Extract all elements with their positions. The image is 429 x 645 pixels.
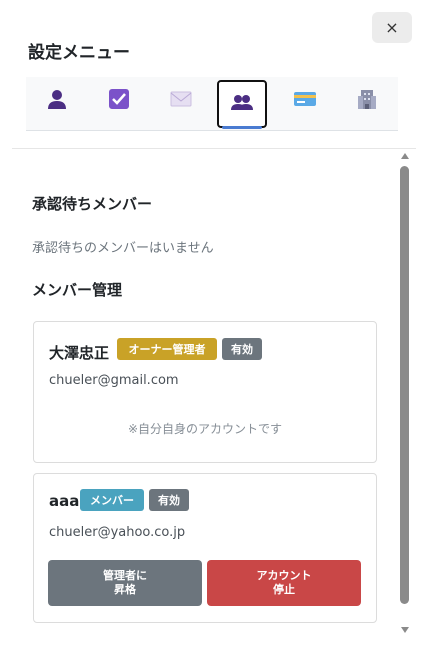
- user-icon: [46, 88, 68, 114]
- tab-mail[interactable]: [156, 77, 206, 125]
- scroll-thumb[interactable]: [400, 166, 409, 604]
- suspend-label-line2: 停止: [273, 583, 295, 596]
- scroll-down-arrow-icon[interactable]: [398, 624, 412, 636]
- status-badge: 有効: [222, 338, 262, 360]
- role-badge-member: メンバー: [80, 489, 144, 511]
- dialog-title: 設定メニュー: [28, 43, 130, 63]
- envelope-icon: [170, 90, 192, 112]
- settings-tab-bar: [26, 77, 398, 131]
- credit-card-icon: [293, 90, 317, 112]
- role-badge-owner: オーナー管理者: [117, 338, 217, 360]
- status-badge: 有効: [149, 489, 189, 511]
- member-email: chueler@yahoo.co.jp: [49, 525, 186, 540]
- suspend-account-button[interactable]: アカウント 停止: [207, 560, 361, 606]
- building-icon: [356, 88, 378, 114]
- settings-content: 承認待ちメンバー 承認待ちのメンバーはいません メンバー管理 大澤忠正 オーナー…: [0, 150, 396, 640]
- member-card: 大澤忠正 オーナー管理者 有効 chueler@gmail.com ※自分自身の…: [33, 321, 377, 463]
- pending-heading: 承認待ちメンバー: [32, 195, 153, 213]
- promote-to-admin-button[interactable]: 管理者に 昇格: [48, 560, 202, 606]
- member-name: 大澤忠正: [49, 344, 110, 362]
- member-management-heading: メンバー管理: [32, 281, 123, 299]
- self-account-note: ※自分自身のアカウントです: [127, 422, 283, 436]
- close-icon: ×: [385, 18, 399, 37]
- scroll-up-arrow-icon[interactable]: [398, 150, 412, 162]
- member-email: chueler@gmail.com: [49, 373, 179, 388]
- promote-label-line1: 管理者に: [103, 569, 147, 582]
- tab-profile[interactable]: [32, 77, 82, 125]
- tab-organization[interactable]: [342, 77, 392, 125]
- tab-tasks[interactable]: [94, 77, 144, 125]
- vertical-scrollbar[interactable]: [398, 150, 412, 636]
- promote-label-line2: 昇格: [114, 583, 136, 596]
- member-name: aaa: [49, 492, 80, 510]
- member-card: aaa メンバー 有効 chueler@yahoo.co.jp 管理者に 昇格 …: [33, 473, 377, 623]
- tab-billing[interactable]: [280, 77, 330, 125]
- close-button[interactable]: ×: [372, 12, 412, 43]
- pending-empty-text: 承認待ちのメンバーはいません: [32, 241, 214, 256]
- members-icon: [230, 91, 254, 117]
- suspend-label-line1: アカウント: [256, 569, 312, 582]
- checkbox-icon: [108, 88, 130, 114]
- tab-members[interactable]: [217, 80, 267, 129]
- header-divider: [12, 148, 416, 149]
